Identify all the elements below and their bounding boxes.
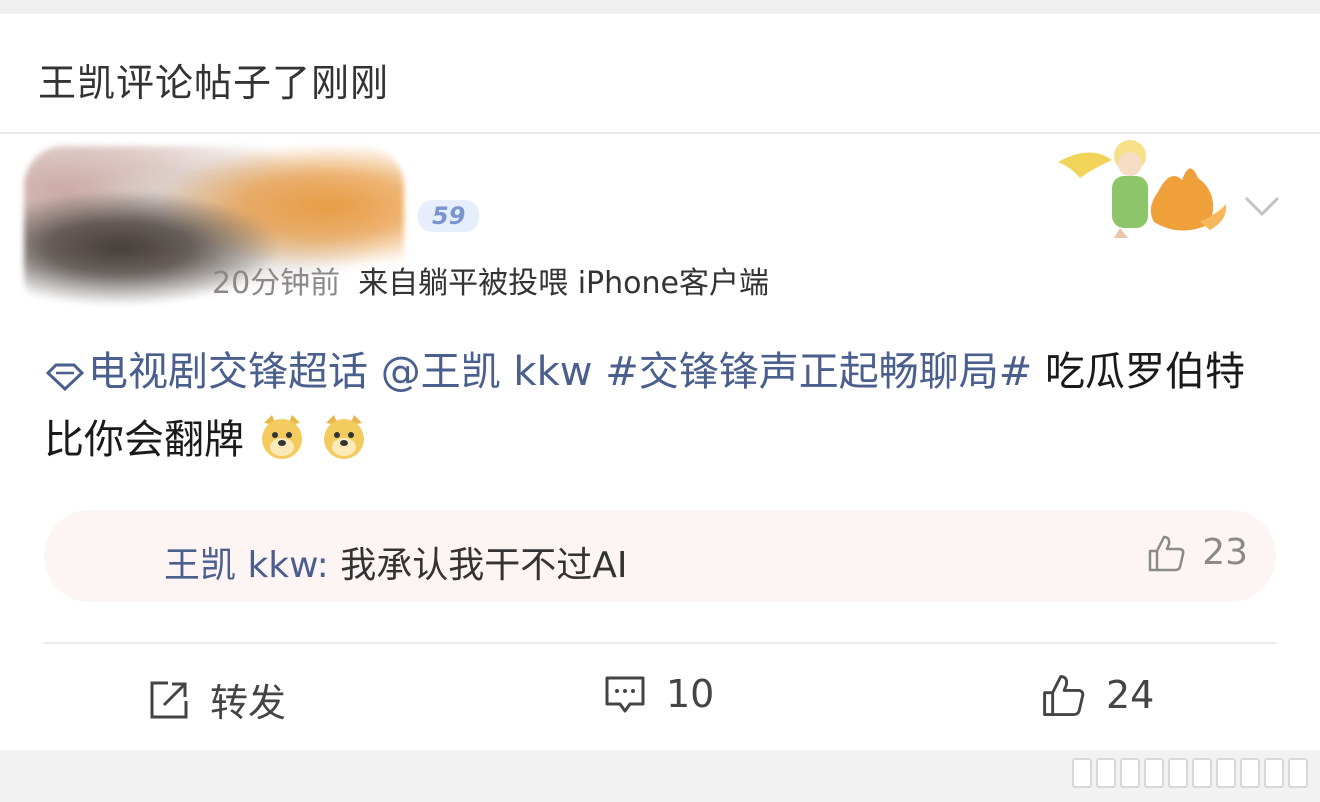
post-body: 电视剧交锋超话 @王凯 kkw #交锋锋声正起畅聊局# 吃瓜罗伯特比你会翻牌 [44, 338, 1274, 474]
supertopic-link[interactable]: 电视剧交锋超话 [44, 349, 368, 395]
doge-emoji-icon [262, 415, 302, 459]
reply-like-count: 23 [1202, 532, 1248, 573]
thumbs-up-icon [1043, 675, 1085, 716]
reply-like-button[interactable]: 23 [1146, 532, 1248, 573]
reply-author[interactable]: 王凯 kkw: [164, 545, 329, 586]
hashtag-link[interactable]: #交锋锋声正起畅聊局# [605, 349, 1032, 395]
repost-icon [150, 681, 188, 718]
divider [44, 642, 1276, 644]
mention-link[interactable]: @王凯 kkw [381, 349, 593, 395]
top-strip [0, 0, 1320, 14]
repost-label: 转发 [210, 681, 287, 725]
like-count: 24 [1106, 673, 1155, 717]
reply-content: 王凯 kkw: 我承认我干不过AI [164, 536, 627, 588]
like-button[interactable]: 24 [1040, 672, 1154, 718]
page-title: 王凯评论帖子了刚刚 [38, 61, 390, 105]
action-bar: 转发 10 24 [0, 664, 1320, 730]
repost-button[interactable]: 转发 [148, 672, 286, 727]
diamond-icon [45, 363, 85, 391]
post-card: 59 20分钟前 来自躺平被投喂 iPhone客户端 电视剧交锋超话 @王凯 kk… [0, 134, 1320, 750]
reply-text: 我承认我干不过AI [340, 545, 628, 586]
comment-button[interactable]: 10 [604, 672, 714, 716]
post-meta: 20分钟前 来自躺平被投喂 iPhone客户端 [212, 258, 769, 302]
post-source: 来自躺平被投喂 iPhone客户端 [358, 266, 769, 301]
decorative-sticker [1058, 140, 1227, 238]
more-options-icon[interactable] [1240, 186, 1284, 226]
doge-emoji-icon [324, 415, 364, 459]
comment-count: 10 [666, 672, 715, 716]
comment-icon [605, 676, 645, 713]
page-header: 王凯评论帖子了刚刚 [0, 14, 1320, 134]
watermark-icon [1072, 758, 1308, 788]
supertopic-label: 电视剧交锋超话 [88, 349, 368, 395]
featured-reply[interactable]: 王凯 kkw: 我承认我干不过AI 23 [44, 510, 1276, 602]
thumbs-up-icon [1148, 535, 1185, 571]
post-time: 20分钟前 [212, 266, 341, 301]
level-badge: 59 [418, 200, 480, 232]
bottom-strip [0, 752, 1320, 802]
